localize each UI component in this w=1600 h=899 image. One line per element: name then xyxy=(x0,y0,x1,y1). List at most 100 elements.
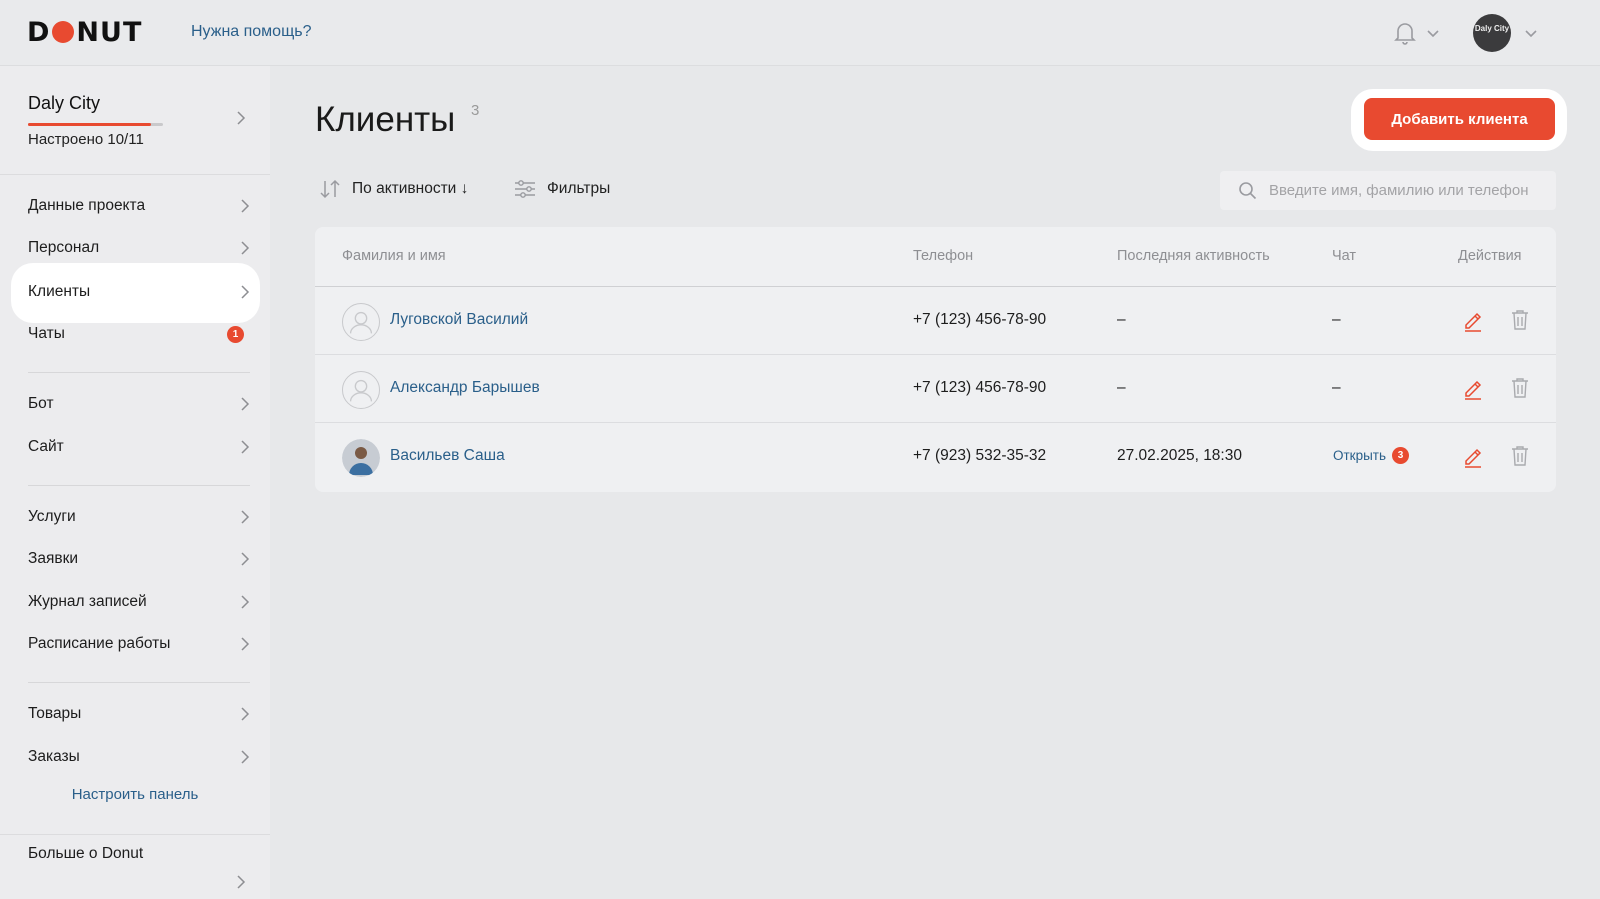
table-row[interactable]: Васильев Саша +7 (923) 532-35-32 27.02.2… xyxy=(315,423,1556,491)
sidebar-item-label: Бот xyxy=(28,395,54,412)
search-icon xyxy=(1239,182,1257,200)
chat-unread-badge: 3 xyxy=(1392,447,1410,464)
page-title: Клиенты xyxy=(315,100,456,139)
sidebar-item-label: Заявки xyxy=(28,550,79,567)
user-menu-chevron-down-icon[interactable] xyxy=(1524,28,1538,38)
sidebar-item-label: Данные проекта xyxy=(28,197,146,214)
divider xyxy=(28,485,250,486)
chevron-right-icon xyxy=(241,285,250,299)
top-bar: D NUT Нужна помощь? Daly City xyxy=(0,0,1600,66)
edit-icon[interactable] xyxy=(1462,308,1484,332)
chevron-right-icon xyxy=(241,552,250,566)
clients-count: 3 xyxy=(471,102,480,119)
client-last-activity: – xyxy=(1117,311,1126,328)
client-name-link[interactable]: Луговской Василий xyxy=(390,311,528,329)
sort-label: По активности ↓ xyxy=(352,180,469,197)
client-phone: +7 (923) 532-35-32 xyxy=(913,447,1047,464)
divider xyxy=(28,372,250,373)
chevron-right-icon xyxy=(241,199,250,213)
default-avatar-icon xyxy=(342,371,380,409)
unread-badge: 1 xyxy=(227,326,244,343)
column-header-chat[interactable]: Чат xyxy=(1332,248,1356,264)
chevron-right-icon xyxy=(241,707,250,721)
client-phone: +7 (123) 456-78-90 xyxy=(913,379,1047,396)
sidebar-item-label: Товары xyxy=(28,705,82,722)
chevron-right-icon xyxy=(237,111,246,125)
sidebar-item-clients[interactable]: Клиенты xyxy=(28,277,250,307)
default-avatar-icon xyxy=(342,303,380,341)
sidebar-item-chats[interactable]: Чаты 1 xyxy=(28,319,250,349)
filters-button[interactable]: Фильтры xyxy=(513,178,610,200)
client-photo-avatar xyxy=(342,439,380,477)
trash-icon[interactable] xyxy=(1509,444,1531,468)
sidebar-item-project-data[interactable]: Данные проекта xyxy=(28,191,250,221)
configure-panel-link[interactable]: Настроить панель xyxy=(0,786,270,803)
sidebar: Daly City Настроено 10/11 Данные проекта… xyxy=(0,66,270,899)
chevron-right-icon xyxy=(241,440,250,454)
client-last-activity: 27.02.2025, 18:30 xyxy=(1117,447,1242,464)
sidebar-item-bot[interactable]: Бот xyxy=(28,389,250,419)
sidebar-item-requests[interactable]: Заявки xyxy=(28,544,250,574)
client-chat: – xyxy=(1332,311,1341,328)
setup-status: Настроено 10/11 xyxy=(28,131,144,148)
sidebar-item-label: Сайт xyxy=(28,438,64,455)
notifications-chevron-down-icon[interactable] xyxy=(1426,28,1440,38)
divider xyxy=(0,834,270,835)
client-name-link[interactable]: Александр Барышев xyxy=(390,379,540,397)
sidebar-item-label: Чаты xyxy=(28,325,65,342)
sort-icon xyxy=(320,179,340,199)
sidebar-item-label: Персонал xyxy=(28,239,100,256)
sidebar-item-schedule[interactable]: Расписание работы xyxy=(28,629,250,659)
filters-label: Фильтры xyxy=(547,180,611,197)
chevron-right-icon xyxy=(241,595,250,609)
sidebar-item-orders[interactable]: Заказы xyxy=(28,742,250,772)
sidebar-item-booking-log[interactable]: Журнал записей xyxy=(28,587,250,617)
trash-icon[interactable] xyxy=(1509,376,1531,400)
sidebar-item-site[interactable]: Сайт xyxy=(28,432,250,462)
sidebar-item-goods[interactable]: Товары xyxy=(28,699,250,729)
donut-logo[interactable]: D NUT xyxy=(27,17,142,48)
client-last-activity: – xyxy=(1117,379,1126,396)
divider xyxy=(0,174,270,175)
sidebar-item-staff[interactable]: Персонал xyxy=(28,233,250,263)
open-chat-link[interactable]: Открыть 3 xyxy=(1333,447,1410,464)
sidebar-item-label: Расписание работы xyxy=(28,635,171,652)
clients-table: Фамилия и имя Телефон Последняя активнос… xyxy=(315,227,1556,492)
setup-progress-bar xyxy=(28,123,163,126)
chevron-right-icon xyxy=(241,637,250,651)
client-chat: – xyxy=(1332,379,1341,396)
sidebar-item-label: Заказы xyxy=(28,748,80,765)
user-avatar[interactable]: Daly City xyxy=(1473,14,1511,52)
search-input[interactable] xyxy=(1269,171,1549,210)
edit-icon[interactable] xyxy=(1462,444,1484,468)
trash-icon[interactable] xyxy=(1509,308,1531,332)
sort-control[interactable]: По активности ↓ xyxy=(318,178,468,200)
chevron-right-icon xyxy=(241,750,250,764)
column-header-name[interactable]: Фамилия и имя xyxy=(342,248,446,264)
help-link[interactable]: Нужна помощь? xyxy=(191,23,311,41)
chevron-right-icon xyxy=(241,510,250,524)
edit-icon[interactable] xyxy=(1462,376,1484,400)
client-phone: +7 (123) 456-78-90 xyxy=(913,311,1047,328)
chevron-right-icon xyxy=(237,875,246,889)
divider xyxy=(28,682,250,683)
sidebar-item-services[interactable]: Услуги xyxy=(28,502,250,532)
chevron-right-icon xyxy=(241,397,250,411)
table-row[interactable]: Александр Барышев +7 (123) 456-78-90 – – xyxy=(315,355,1556,423)
client-name-link[interactable]: Васильев Саша xyxy=(390,447,505,465)
search-box[interactable] xyxy=(1220,171,1556,210)
project-card[interactable]: Daly City Настроено 10/11 xyxy=(0,66,270,174)
setup-progress-fill xyxy=(28,123,151,126)
table-row[interactable]: Луговской Василий +7 (123) 456-78-90 – – xyxy=(315,287,1556,355)
open-chat-label: Открыть xyxy=(1333,448,1387,463)
more-about-donut[interactable]: Больше о Donut xyxy=(28,845,143,863)
chevron-right-icon xyxy=(241,241,250,255)
column-header-phone[interactable]: Телефон xyxy=(913,248,973,264)
column-header-actions: Действия xyxy=(1458,248,1522,264)
bell-icon[interactable] xyxy=(1393,20,1417,46)
column-header-last-activity[interactable]: Последняя активность xyxy=(1117,248,1270,264)
add-client-button[interactable]: Добавить клиента xyxy=(1364,98,1555,140)
project-name: Daly City xyxy=(28,93,101,113)
donut-o-icon xyxy=(52,21,75,43)
sidebar-item-label: Клиенты xyxy=(28,283,91,300)
